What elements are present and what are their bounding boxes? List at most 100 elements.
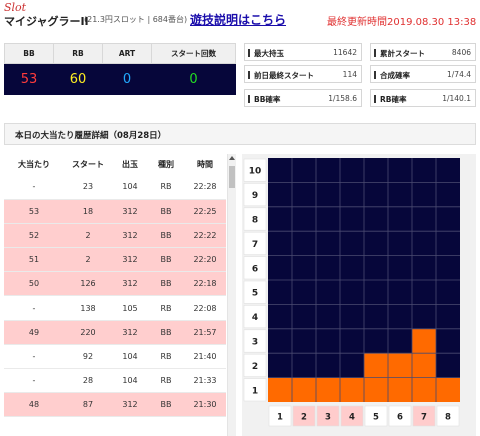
cell-start: 28 bbox=[64, 368, 112, 394]
stat-value: 11642 bbox=[333, 48, 357, 57]
cell-type: BB bbox=[148, 247, 184, 273]
cell-start: 2 bbox=[64, 247, 112, 273]
cell-start: 2 bbox=[64, 223, 112, 249]
history-scrollbar[interactable] bbox=[227, 154, 236, 436]
cell-no: - bbox=[4, 295, 64, 321]
stat-value: 114 bbox=[342, 70, 357, 79]
cell-no: - bbox=[4, 175, 64, 200]
stat-value: 1/158.6 bbox=[328, 94, 357, 103]
cell-time: 21:40 bbox=[184, 344, 226, 370]
hit-graph: 1 2 3 4 5 6 7 8 9 10 1 2 3 4 5 6 7 8 bbox=[242, 154, 476, 436]
table-row: -28 104 RB 21:33 bbox=[4, 368, 226, 394]
stat-max-balls: 最大持玉 11642 bbox=[244, 43, 362, 61]
cell-time: 21:57 bbox=[184, 320, 226, 345]
history-table-panel[interactable]: 大当たり スタート 出玉 種別 時間 -23 104 RB 22:28 53 18 312 B… bbox=[4, 154, 236, 436]
stat-label: 累計スタート bbox=[374, 48, 425, 59]
y-tick-label: 8 bbox=[252, 216, 258, 226]
graph-bar bbox=[316, 377, 340, 402]
x-tick-label: 8 bbox=[445, 413, 451, 423]
cell-time: 21:33 bbox=[184, 368, 226, 394]
cell-type: RB bbox=[148, 175, 184, 200]
cell-time: 21:30 bbox=[184, 392, 226, 418]
stat-value: 8406 bbox=[451, 48, 471, 57]
x-tick-label: 6 bbox=[397, 413, 403, 423]
cell-no: 48 bbox=[4, 392, 64, 418]
cell-out: 312 bbox=[112, 247, 148, 273]
x-tick-label: 5 bbox=[373, 413, 379, 423]
scroll-up-arrow-icon[interactable] bbox=[229, 156, 235, 160]
cell-time: 22:25 bbox=[184, 199, 226, 224]
cell-out: 312 bbox=[112, 223, 148, 249]
y-tick-label: 9 bbox=[252, 191, 258, 201]
y-tick-label: 4 bbox=[252, 313, 258, 323]
art-count: 0 bbox=[102, 63, 152, 95]
table-row: 48 87 312 BB 21:30 bbox=[4, 392, 226, 418]
cell-out: 312 bbox=[112, 271, 148, 297]
cell-type: BB bbox=[148, 271, 184, 297]
table-row: 51 2 312 BB 22:20 bbox=[4, 247, 226, 273]
x-tick-label: 4 bbox=[349, 413, 355, 423]
cell-type: BB bbox=[148, 392, 184, 418]
y-tick-label: 3 bbox=[252, 338, 258, 348]
cell-out: 312 bbox=[112, 320, 148, 345]
col-header-payout: 出玉 bbox=[112, 154, 148, 175]
history-table: 大当たり スタート 出玉 種別 時間 -23 104 RB 22:28 53 18 312 B… bbox=[4, 154, 226, 418]
cell-out: 104 bbox=[112, 175, 148, 200]
cell-start: 92 bbox=[64, 344, 112, 370]
history-header-row: 大当たり スタート 出玉 種別 時間 bbox=[4, 154, 226, 175]
rb-count: 60 bbox=[53, 63, 103, 95]
graph-bar bbox=[340, 377, 364, 402]
counter-header-art: ART bbox=[102, 43, 152, 64]
x-tick-label: 7 bbox=[421, 413, 427, 423]
table-row: 52 2 312 BB 22:22 bbox=[4, 223, 226, 249]
stat-bb-prob: BB確率 1/158.6 bbox=[244, 89, 362, 107]
cell-time: 22:08 bbox=[184, 295, 226, 321]
y-tick-label: 7 bbox=[252, 240, 258, 250]
last-updated: 最終更新時間2019.08.30 13:38 bbox=[327, 13, 476, 28]
bb-count: 53 bbox=[4, 63, 54, 95]
cell-type: BB bbox=[148, 320, 184, 345]
hit-graph-svg: 1 2 3 4 5 6 7 8 9 10 1 2 3 4 5 6 7 8 bbox=[243, 158, 460, 427]
stat-total-start: 累計スタート 8406 bbox=[370, 43, 476, 61]
cell-out: 312 bbox=[112, 199, 148, 224]
counter-header-bb: BB bbox=[4, 43, 54, 64]
cell-out: 312 bbox=[112, 392, 148, 418]
cell-start: 23 bbox=[64, 175, 112, 200]
graph-bar bbox=[436, 377, 460, 402]
y-tick-label: 5 bbox=[252, 289, 258, 299]
cell-out: 104 bbox=[112, 344, 148, 370]
cell-type: RB bbox=[148, 368, 184, 394]
cell-out: 104 bbox=[112, 368, 148, 394]
cell-type: RB bbox=[148, 344, 184, 370]
start-count: 0 bbox=[151, 63, 236, 95]
x-tick-label: 2 bbox=[301, 413, 307, 423]
cell-type: BB bbox=[148, 199, 184, 224]
stat-label: RB確率 bbox=[374, 94, 407, 105]
cell-time: 22:28 bbox=[184, 175, 226, 200]
cell-time: 22:20 bbox=[184, 247, 226, 273]
table-row: 53 18 312 BB 22:25 bbox=[4, 199, 226, 224]
last-updated-label: 最終更新時間 bbox=[327, 17, 387, 28]
stat-combined-prob: 合成確率 1/74.4 bbox=[370, 65, 476, 83]
cell-no: - bbox=[4, 368, 64, 394]
manual-link[interactable]: 遊技説明はこちら bbox=[190, 11, 286, 28]
cell-time: 22:22 bbox=[184, 223, 226, 249]
graph-bar bbox=[268, 377, 292, 402]
counter-panel: BB RB ART スタート回数 53 60 0 0 bbox=[4, 43, 236, 95]
cell-no: 52 bbox=[4, 223, 64, 249]
scroll-thumb[interactable] bbox=[229, 166, 235, 188]
counter-header-rb: RB bbox=[53, 43, 103, 64]
y-tick-label: 2 bbox=[252, 362, 258, 372]
machine-name: マイジャグラーII bbox=[4, 15, 89, 28]
table-row: -23 104 RB 22:28 bbox=[4, 175, 226, 200]
y-tick-label: 10 bbox=[249, 167, 262, 177]
y-tick-label: 6 bbox=[252, 264, 258, 274]
table-row: 49 220 312 BB 21:57 bbox=[4, 320, 226, 345]
cell-no: 50 bbox=[4, 271, 64, 297]
y-tick-label: 1 bbox=[252, 386, 258, 396]
x-tick-label: 3 bbox=[325, 413, 331, 423]
col-header-type: 種別 bbox=[148, 154, 184, 175]
cell-no: 53 bbox=[4, 199, 64, 224]
stat-value: 1/74.4 bbox=[447, 70, 471, 79]
cell-out: 105 bbox=[112, 295, 148, 321]
